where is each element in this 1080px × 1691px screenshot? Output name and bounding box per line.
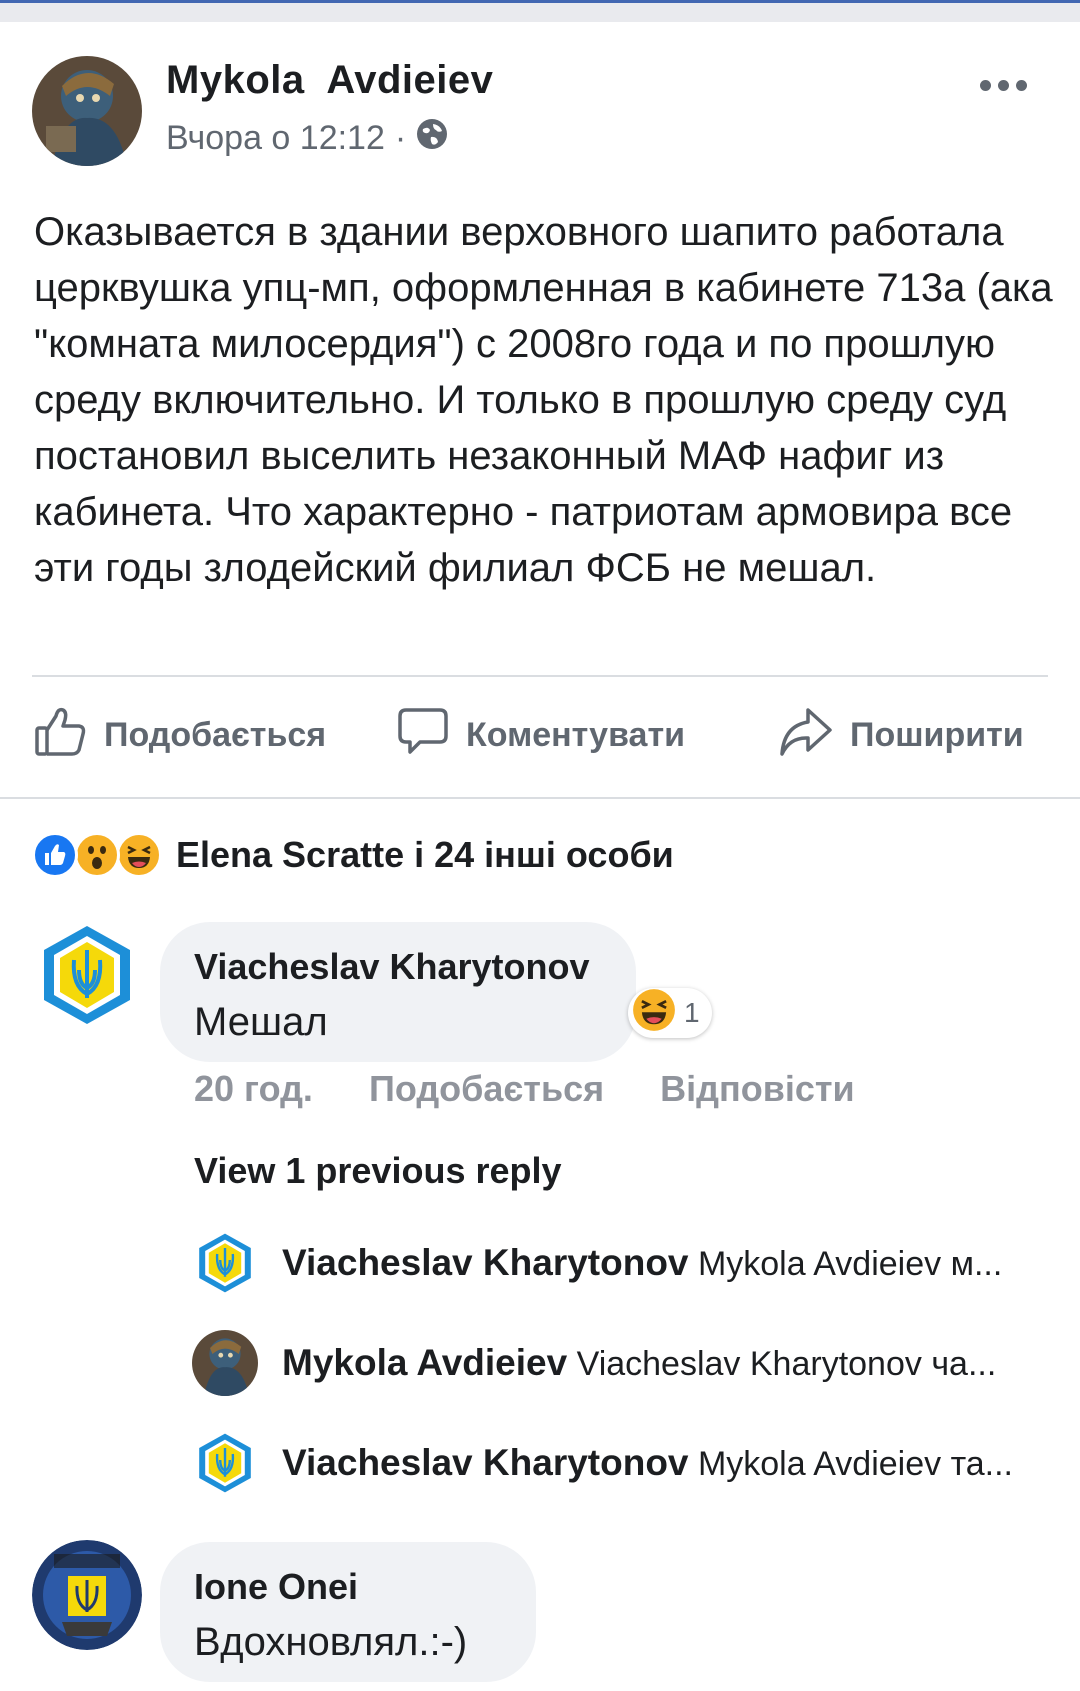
post-time[interactable]: Вчора о 12:12	[166, 119, 385, 158]
reply-text: Mykola Avdieiev та...	[697, 1445, 1014, 1483]
reply-avatar[interactable]	[192, 1230, 258, 1296]
comment-author[interactable]: Ione Onei	[194, 1566, 502, 1608]
author-avatar[interactable]	[32, 56, 142, 166]
reply-author[interactable]: Viacheslav Kharytonov	[282, 1442, 689, 1483]
haha-reaction-icon	[116, 832, 162, 878]
haha-reaction-icon	[632, 988, 676, 1039]
more-options-icon[interactable]	[980, 70, 1030, 100]
reply-author[interactable]: Mykola Avdieiev	[282, 1342, 567, 1383]
comment-text: Мешал	[194, 1000, 328, 1044]
reply-avatar[interactable]	[192, 1430, 258, 1496]
post-actions: Подобається Коментувати Поширити	[0, 690, 1080, 780]
reply-content: Viacheslav Kharytonov Mykola Avdieiev м.…	[282, 1242, 1052, 1284]
globe-icon	[416, 118, 448, 159]
comment-text: Вдохновлял.:-)	[194, 1620, 468, 1664]
divider	[0, 797, 1080, 799]
comment-bubble: Ione Onei Вдохновлял.:-)	[160, 1542, 536, 1682]
comment-bubble: Viacheslav Kharytonov Мешал	[160, 922, 636, 1062]
reply-content: Mykola Avdieiev Viacheslav Kharytonov ча…	[282, 1342, 1052, 1384]
reply-author[interactable]: Viacheslav Kharytonov	[282, 1242, 689, 1283]
share-icon	[778, 704, 834, 767]
comment-reaction-badge[interactable]: 1	[628, 988, 712, 1038]
commenter-avatar[interactable]	[32, 920, 142, 1030]
comment-button[interactable]: Коментувати	[396, 690, 685, 780]
top-bar	[0, 0, 1080, 22]
post-meta: Вчора о 12:12 ·	[166, 118, 448, 159]
like-label: Подобається	[104, 715, 327, 754]
reaction-icons	[32, 832, 162, 878]
author-name[interactable]: Mykola Avdieiev	[166, 58, 493, 103]
post-text: Оказывается в здании верховного шапито р…	[34, 210, 1053, 590]
post-header: Mykola Avdieiev Вчора о 12:12 ·	[0, 22, 1080, 192]
reply-content: Viacheslav Kharytonov Mykola Avdieiev та…	[282, 1442, 1052, 1484]
comment-icon	[396, 704, 450, 767]
comment-like-button[interactable]: Подобається	[369, 1068, 604, 1110]
comment-meta: 20 год. Подобається Відповісти	[194, 1068, 855, 1110]
reply-item[interactable]: Mykola Avdieiev Viacheslav Kharytonov ча…	[192, 1328, 1052, 1398]
reply-item[interactable]: Viacheslav Kharytonov Mykola Avdieiev та…	[192, 1428, 1052, 1498]
share-button[interactable]: Поширити	[778, 690, 1024, 780]
reaction-count: 1	[684, 997, 700, 1028]
view-previous-replies-link[interactable]: View 1 previous reply	[194, 1150, 562, 1192]
meta-separator: ·	[394, 119, 407, 157]
reactions-summary[interactable]: Elena Scratte і 24 інші особи	[32, 830, 674, 880]
reply-text: Mykola Avdieiev м...	[697, 1245, 1003, 1283]
thumbs-up-icon	[34, 704, 88, 767]
reply-text: Viacheslav Kharytonov ча...	[576, 1345, 997, 1383]
reply-item[interactable]: Viacheslav Kharytonov Mykola Avdieiev м.…	[192, 1228, 1052, 1298]
comment-reply-button[interactable]: Відповісти	[660, 1068, 855, 1110]
wow-reaction-icon	[74, 832, 120, 878]
comment-author[interactable]: Viacheslav Kharytonov	[194, 946, 602, 988]
comment-time[interactable]: 20 год.	[194, 1068, 313, 1110]
like-button[interactable]: Подобається	[34, 690, 326, 780]
reply-avatar[interactable]	[192, 1330, 258, 1396]
like-reaction-icon	[32, 832, 78, 878]
comment-label: Коментувати	[466, 715, 685, 754]
commenter-avatar[interactable]	[32, 1540, 142, 1650]
share-label: Поширити	[850, 715, 1024, 754]
reactions-label: Elena Scratte і 24 інші особи	[176, 834, 674, 875]
divider	[32, 675, 1048, 677]
